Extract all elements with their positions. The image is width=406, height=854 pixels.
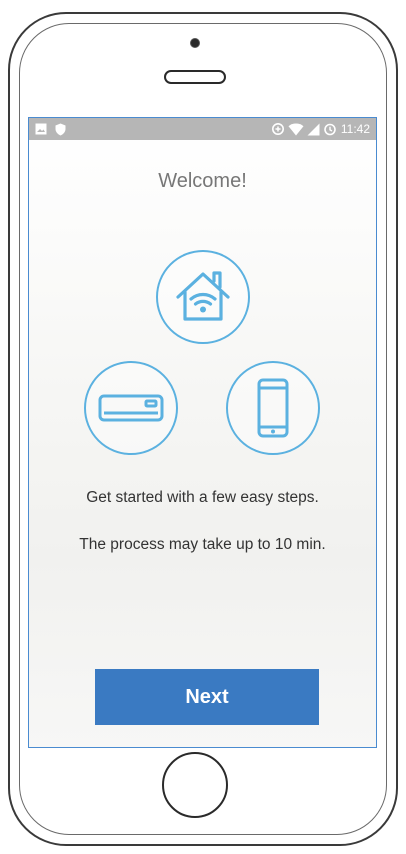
app-screen: 11:42 Welcome! Get started with a few ea…	[28, 117, 377, 748]
image-notification-icon	[35, 123, 47, 135]
wifi-icon	[288, 123, 304, 136]
next-button[interactable]: Next	[95, 669, 319, 725]
duration-message: The process may take up to 10 min.	[79, 536, 326, 553]
intro-message: Get started with a few easy steps.	[86, 489, 319, 506]
alarm-icon	[323, 122, 337, 136]
wifi-home-icon	[156, 250, 250, 344]
status-bar-right: 11:42	[271, 121, 370, 137]
cellular-signal-icon	[307, 123, 320, 136]
data-saver-icon	[271, 122, 285, 136]
status-bar-left	[35, 122, 66, 136]
earpiece-speaker	[164, 70, 226, 84]
status-bar: 11:42	[29, 118, 376, 140]
page-title: Welcome!	[158, 170, 247, 192]
smartphone-icon	[226, 361, 320, 455]
air-conditioner-icon	[84, 361, 178, 455]
front-camera	[190, 38, 200, 48]
status-time: 11:42	[340, 122, 370, 136]
home-button[interactable]	[162, 752, 228, 818]
shield-icon	[55, 123, 66, 136]
